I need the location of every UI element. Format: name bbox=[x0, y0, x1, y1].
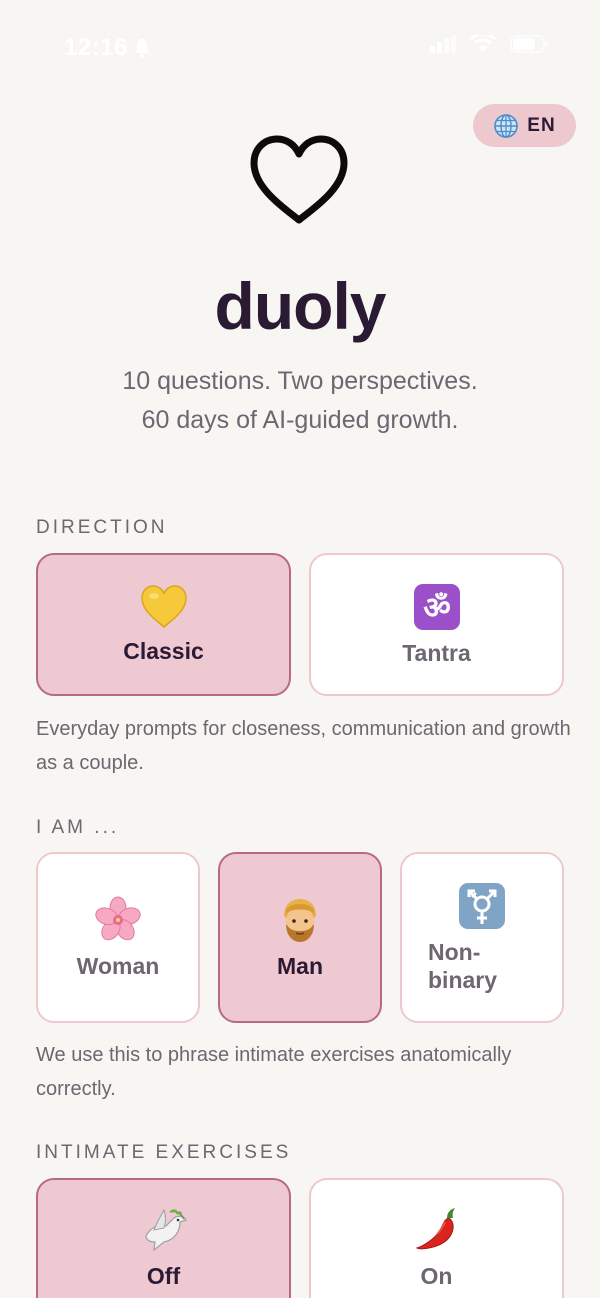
tagline-line1: 10 questions. Two perspectives. bbox=[122, 367, 478, 395]
svg-text:ॐ: ॐ bbox=[423, 591, 450, 626]
identity-option-label: Man bbox=[277, 952, 323, 979]
identity-option-label: Woman bbox=[76, 952, 160, 979]
intimate-option-label: On bbox=[420, 1263, 453, 1289]
globe-icon bbox=[494, 113, 519, 138]
identity-option-man[interactable]: Man bbox=[218, 852, 382, 1023]
direction-option-label: Classic bbox=[123, 637, 204, 664]
direction-option-label: Tantra bbox=[402, 639, 471, 666]
direction-description: Everyday prompts for closeness, communic… bbox=[36, 718, 571, 774]
status-icons bbox=[430, 34, 550, 54]
intimate-option-on[interactable]: On bbox=[309, 1178, 564, 1298]
intimate-label: INTIMATE EXERCISES bbox=[36, 1142, 292, 1163]
direction-option-tantra[interactable]: ॐ Tantra bbox=[309, 553, 564, 696]
om-symbol-icon: ॐ bbox=[413, 583, 460, 630]
intimate-option-label: Off bbox=[146, 1263, 181, 1289]
identity-option-non-binary[interactable]: Non-binary bbox=[400, 852, 564, 1023]
identity-label: I AM ... bbox=[36, 817, 120, 838]
tagline-line2: 60 days of AI-guided growth. bbox=[141, 406, 459, 434]
wifi-icon bbox=[470, 35, 496, 52]
language-button[interactable]: EN bbox=[473, 104, 576, 147]
identity-option-woman[interactable]: Woman bbox=[36, 852, 200, 1023]
transgender-symbol-icon bbox=[459, 882, 505, 929]
bell-icon bbox=[134, 39, 149, 58]
brand-name: duoly bbox=[214, 269, 387, 343]
direction-option-classic[interactable]: Classic bbox=[36, 553, 291, 696]
language-code: EN bbox=[527, 114, 556, 136]
identity-option-label: Non-binary bbox=[428, 938, 498, 993]
yellow-heart-icon bbox=[140, 584, 187, 628]
man-icon bbox=[284, 898, 316, 942]
battery-icon bbox=[510, 35, 548, 53]
cherry-blossom-icon bbox=[95, 896, 141, 940]
chili-pepper-icon bbox=[415, 1208, 455, 1250]
tagline: 10 questions. Two perspectives. 60 days … bbox=[0, 362, 600, 440]
heart-outline-icon bbox=[250, 135, 348, 224]
intimate-option-off[interactable]: Off bbox=[36, 1178, 291, 1298]
identity-description: We use this to phrase intimate exercises… bbox=[36, 1044, 512, 1100]
signal-icon bbox=[430, 35, 456, 53]
status-bar: 12:16 bbox=[0, 0, 600, 96]
dove-icon bbox=[144, 1208, 187, 1252]
status-time-text: 12:16 bbox=[64, 34, 128, 61]
status-time: 12:16 bbox=[64, 34, 150, 62]
direction-label: DIRECTION bbox=[36, 517, 168, 538]
